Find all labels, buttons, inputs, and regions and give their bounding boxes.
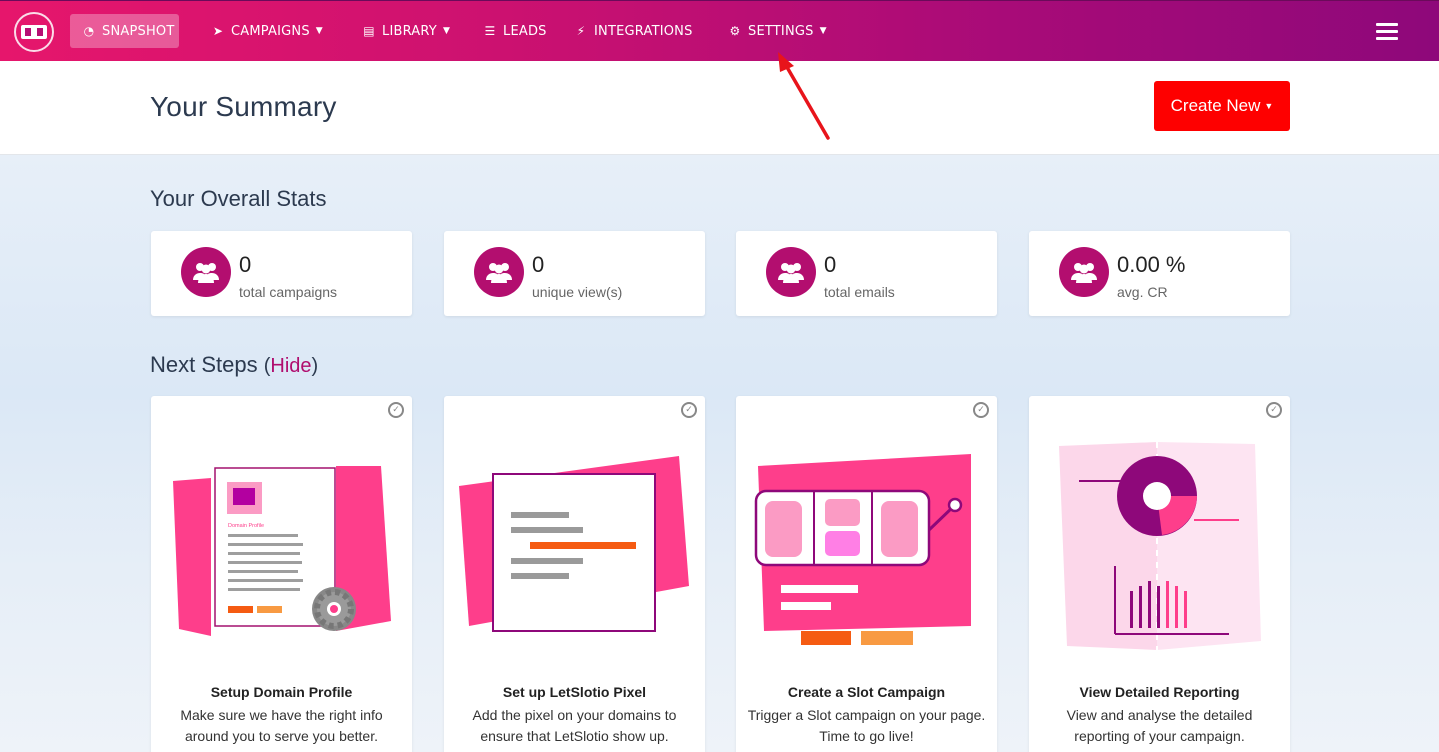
domain-profile-illustration: Domain Profile (173, 466, 391, 636)
stats-section-title: Your Overall Stats (150, 186, 327, 211)
stat-label: total campaigns (239, 284, 338, 300)
users-icon (766, 247, 816, 297)
step-description: View and analyse the detailed reporting … (1066, 707, 1253, 744)
nav-leads[interactable]: ☰ LEADS (483, 14, 547, 48)
hide-link[interactable]: Hide (270, 355, 311, 377)
nav-leads-label: LEADS (503, 23, 547, 39)
step-title: Setup Domain Profile (210, 684, 353, 700)
gears-icon: ⚙ (729, 24, 741, 38)
step-card-domain-profile[interactable]: ✓ Domain Profile Setup Domain Profile Ma… (151, 396, 412, 752)
step-description: Trigger a Slot campaign on your page. Ti… (747, 707, 986, 744)
nav-library-label: LIBRARY (382, 23, 437, 39)
check-circle-icon[interactable]: ✓ (1266, 402, 1282, 418)
stat-label: avg. CR (1117, 284, 1168, 300)
list-icon: ☰ (484, 24, 496, 38)
nav-snapshot-label: SNAPSHOT (102, 23, 175, 39)
check-circle-icon[interactable]: ✓ (973, 402, 989, 418)
annotation-arrow-icon (778, 52, 830, 140)
stat-card-emails: 0 total emails (736, 231, 997, 316)
step-card-reporting[interactable]: ✓ View Detailed Reporting View and analy… (1029, 396, 1290, 752)
plug-icon: ⚡ (576, 24, 586, 38)
nav-settings[interactable]: ⚙ SETTINGS ▼ (728, 14, 827, 48)
nav-integrations[interactable]: ⚡ INTEGRATIONS (574, 14, 693, 48)
next-steps-label: Next Steps (150, 352, 258, 377)
step-title: Create a Slot Campaign (787, 684, 946, 700)
chevron-down-icon: ▼ (819, 26, 827, 36)
page-title: Your Summary (150, 91, 337, 122)
step-card-pixel[interactable]: ✓ Set up LetSlotio Pixel Add the pixel o… (444, 396, 705, 752)
step-title: Set up LetSlotio Pixel (502, 684, 647, 700)
users-icon (474, 247, 524, 297)
top-nav: ◔ SNAPSHOT ➤ CAMPAIGNS ▼ ▤ LIBRARY ▼ ☰ L… (0, 0, 1439, 61)
step-description: Make sure we have the right info around … (180, 707, 383, 744)
stat-value: 0.00 % (1117, 252, 1186, 277)
main-content: Your Overall Stats 0 total campaigns 0 u… (0, 155, 1439, 752)
chevron-down-icon: ▼ (315, 26, 323, 36)
paren-close: ) (311, 355, 319, 377)
nav-settings-label: SETTINGS (748, 23, 814, 39)
book-icon: ▤ (363, 24, 375, 38)
stat-card-campaigns: 0 total campaigns (151, 231, 412, 316)
dashboard-icon: ◔ (83, 24, 95, 38)
stat-label: total emails (824, 284, 895, 300)
nav-campaigns-label: CAMPAIGNS (231, 23, 310, 39)
stat-value: 0 (532, 252, 545, 277)
app-logo[interactable] (14, 12, 54, 52)
create-new-button[interactable]: Create New ▼ (1154, 81, 1290, 131)
stat-value: 0 (824, 252, 837, 277)
stat-value: 0 (239, 252, 252, 277)
slot-machine-illustration (754, 454, 971, 645)
next-steps-title: Next Steps (Hide) (150, 352, 318, 378)
chevron-down-icon: ▼ (442, 26, 451, 36)
nav-library[interactable]: ▤ LIBRARY ▼ (362, 14, 450, 48)
hamburger-menu-icon[interactable] (1376, 23, 1398, 41)
reporting-illustration (1059, 442, 1261, 650)
step-card-slot-campaign[interactable]: ✓ Create a Slot Campaign Trigger a Slot … (736, 396, 997, 752)
paper-plane-icon: ➤ (212, 24, 224, 38)
users-icon (1059, 247, 1109, 297)
stat-card-cr: 0.00 % avg. CR (1029, 231, 1290, 316)
step-description: Add the pixel on your domains to ensure … (472, 707, 677, 744)
page-header: Your Summary Create New ▼ (0, 61, 1439, 155)
check-circle-icon[interactable]: ✓ (388, 402, 404, 418)
domain-profile-text: Domain Profile (228, 523, 264, 529)
pixel-illustration (459, 456, 689, 632)
create-new-label: Create New (1170, 96, 1261, 115)
check-circle-icon[interactable]: ✓ (681, 402, 697, 418)
nav-campaigns[interactable]: ➤ CAMPAIGNS ▼ (211, 14, 323, 48)
stat-card-views: 0 unique view(s) (444, 231, 705, 316)
stat-label: unique view(s) (532, 284, 623, 300)
step-title: View Detailed Reporting (1079, 684, 1240, 700)
chevron-down-icon: ▼ (1264, 101, 1274, 111)
users-icon (181, 247, 231, 297)
nav-snapshot[interactable]: ◔ SNAPSHOT (70, 14, 179, 48)
nav-integrations-label: INTEGRATIONS (594, 23, 693, 39)
